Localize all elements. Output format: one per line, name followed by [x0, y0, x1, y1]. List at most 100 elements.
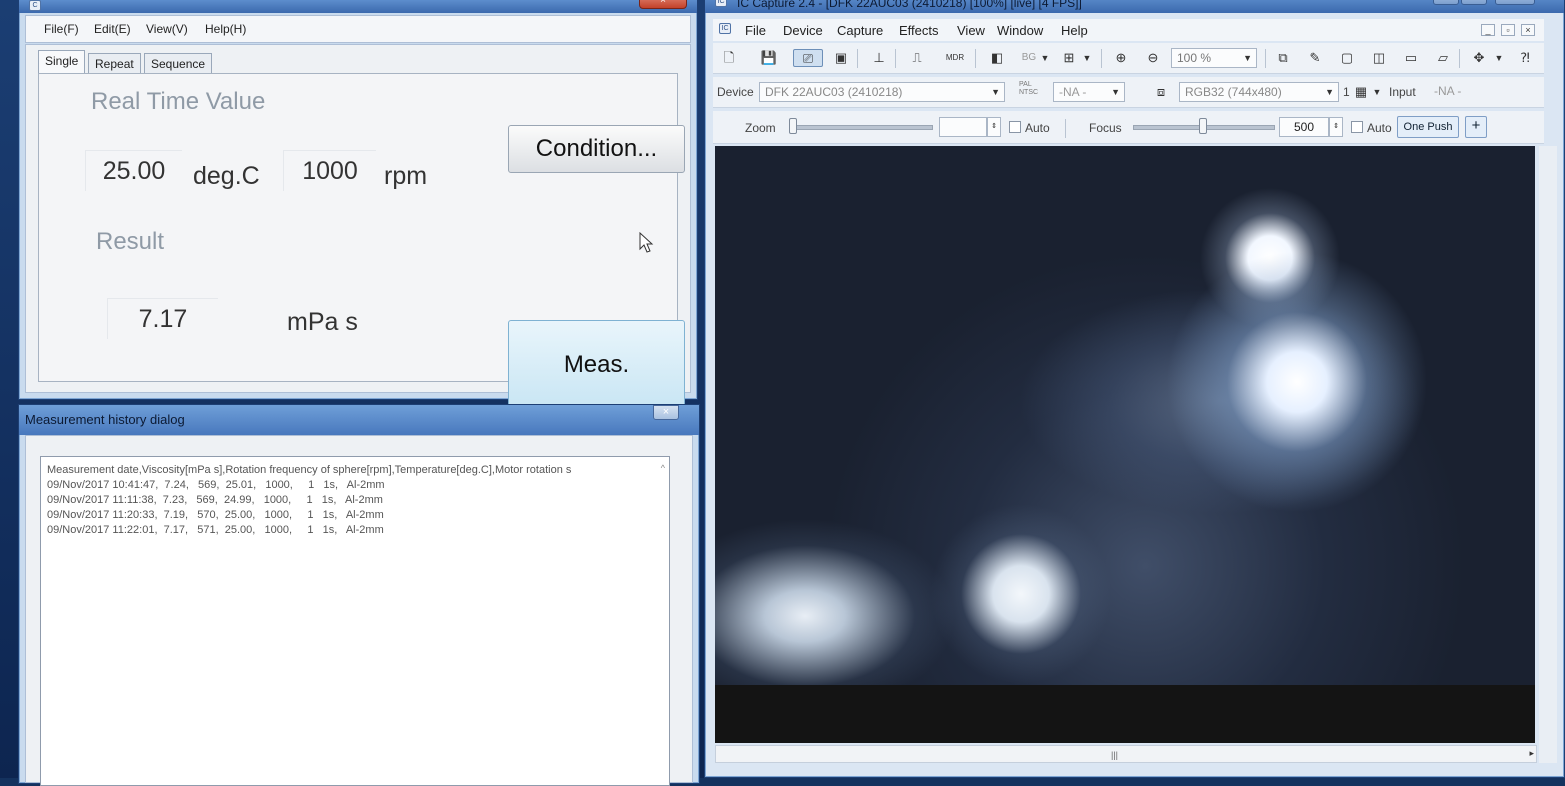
history-listbox[interactable]: Measurement date,Viscosity[mPa s],Rotati… [40, 456, 670, 786]
tab-sequence[interactable]: Sequence [144, 53, 213, 73]
tab-repeat[interactable]: Repeat [88, 53, 141, 73]
maximize-icon[interactable]: □ [1461, 0, 1487, 5]
close-icon[interactable]: × [653, 405, 679, 420]
history-title: Measurement history dialog [25, 412, 185, 427]
input-label: Input [1389, 85, 1416, 99]
trigger-icon[interactable]: ⎍ [907, 49, 927, 67]
menu-help[interactable]: Help(H) [205, 22, 246, 36]
history-row[interactable]: 09/Nov/2017 11:11:38, 7.23, 569, 24.99, … [47, 493, 669, 508]
ic-menu-help[interactable]: Help [1061, 23, 1088, 38]
device-combo[interactable]: DFK 22AUC03 (2410218) ▼ [759, 82, 1005, 102]
live-camera-icon[interactable]: ⎚ [793, 49, 823, 67]
menu-file[interactable]: File(F) [44, 22, 79, 36]
close-icon[interactable]: × [639, 0, 687, 9]
scroll-up-icon[interactable]: ^ [661, 463, 665, 473]
horizontal-scrollbar[interactable]: ||| ▸ [715, 745, 1537, 763]
navigate-icon[interactable]: ✥ [1469, 49, 1489, 67]
live-video-view[interactable] [715, 146, 1535, 686]
zoom-combo[interactable]: 100 % ▼ [1171, 48, 1257, 68]
tab-single[interactable]: Single [38, 50, 86, 74]
ic-capture-window: IC IC Capture 2.4 - [DFK 22AUC03 (241021… [704, 0, 1565, 778]
history-row[interactable]: 09/Nov/2017 11:20:33, 7.19, 570, 25.00, … [47, 508, 669, 523]
one-push-button[interactable]: One Push [1397, 116, 1459, 138]
export-icon[interactable]: ▱ [1433, 49, 1453, 67]
mdi-restore-icon[interactable]: ▫ [1501, 24, 1515, 36]
properties-icon[interactable]: ⧉ [1273, 49, 1293, 67]
zoom-spin-arrows-icon[interactable]: ⇕ [987, 117, 1001, 137]
focus-auto-label: Auto [1367, 121, 1392, 135]
close-icon[interactable]: × [1495, 0, 1535, 5]
format-settings-icon[interactable]: ⧈ [1151, 83, 1171, 101]
history-client-area: Measurement date,Viscosity[mPa s],Rotati… [25, 435, 693, 786]
single-tab-panel: Real Time Value 25.00 deg.C 1000 rpm Res… [38, 73, 685, 408]
scroll-grip-icon[interactable]: ||| [1111, 750, 1118, 760]
dropdown-arrow-icon[interactable]: ▼ [1077, 49, 1097, 67]
ic-menu-device[interactable]: Device [783, 23, 823, 38]
crop-icon[interactable]: ◫ [1369, 49, 1389, 67]
chevron-down-icon: ▼ [1325, 87, 1334, 97]
ic-doc-icon: IC [719, 23, 731, 34]
scroll-right-icon[interactable]: ▸ [1529, 748, 1534, 759]
video-norm-combo[interactable]: -NA - ▼ [1053, 82, 1125, 102]
viscometer-titlebar[interactable]: C × [19, 0, 697, 13]
zoom-in-icon[interactable]: ⊕ [1111, 49, 1131, 67]
vertical-scrollbar[interactable] [1539, 146, 1557, 763]
dropdown-arrow-icon[interactable]: ▼ [1489, 49, 1509, 67]
ic-main-toolbar: 🗋 💾 ⎚ ▣ ⊥ ⎍ MDR ◧ BG ▼ ⊞ ▼ ⊕ ⊖ 100 % ▼ ⧉ … [713, 43, 1544, 74]
focus-spinbox[interactable]: 500 [1279, 117, 1329, 137]
ic-menu-view[interactable]: View [957, 23, 985, 38]
ic-menu-file[interactable]: File [745, 23, 766, 38]
mdi-minimize-icon[interactable]: _ [1481, 24, 1495, 36]
ic-menu-effects[interactable]: Effects [899, 23, 939, 38]
focus-auto-checkbox[interactable] [1351, 121, 1363, 133]
ic-titlebar[interactable]: IC IC Capture 2.4 - [DFK 22AUC03 (241021… [705, 0, 1564, 13]
frame-icon[interactable]: ▭ [1401, 49, 1421, 67]
dropdown-arrow-icon[interactable]: ▼ [1035, 49, 1055, 67]
roi-icon[interactable]: ▢ [1337, 49, 1357, 67]
histogram-icon[interactable]: ⊥ [869, 49, 889, 67]
edit-icon[interactable]: ✎ [1305, 49, 1325, 67]
save-icon[interactable]: 💾 [759, 49, 779, 67]
zoom-spinbox[interactable] [939, 117, 987, 137]
ic-device-toolbar: Device DFK 22AUC03 (2410218) ▼ PAL NTSC -… [713, 77, 1544, 108]
input-combo-value: -NA - [1434, 84, 1462, 98]
speed-unit: rpm [384, 162, 428, 190]
focus-slider-thumb[interactable] [1199, 118, 1207, 134]
overlay-icon[interactable]: ◧ [987, 49, 1007, 67]
grid-icon[interactable]: ⊞ [1059, 49, 1079, 67]
snapshot-icon[interactable]: ▣ [831, 49, 851, 67]
minimize-icon[interactable]: – [1433, 0, 1459, 5]
toolbar-separator [1065, 119, 1066, 138]
zoom-out-icon[interactable]: ⊖ [1143, 49, 1163, 67]
ic-menu-capture[interactable]: Capture [837, 23, 883, 38]
zoom-slider-thumb[interactable] [789, 118, 797, 134]
mdi-close-icon[interactable]: × [1521, 24, 1535, 36]
device-label: Device [717, 85, 754, 99]
menu-view[interactable]: View(V) [146, 22, 188, 36]
mdr-icon[interactable]: MDR [945, 49, 965, 67]
zoom-auto-checkbox[interactable] [1009, 121, 1021, 133]
expand-plus-icon[interactable]: + [1465, 116, 1487, 138]
real-time-label: Real Time Value [91, 88, 266, 115]
result-label: Result [96, 228, 165, 255]
context-help-icon[interactable]: ⁈ [1515, 49, 1535, 67]
history-row[interactable]: 09/Nov/2017 11:22:01, 7.17, 571, 25.00, … [47, 523, 669, 538]
pal-ntsc-label: PAL NTSC [1019, 81, 1039, 96]
meas-button[interactable]: Meas. [508, 320, 685, 408]
viscometer-window: C × File(F) Edit(E) View(V) Help(H) Sing… [18, 0, 698, 408]
condition-button[interactable]: Condition... [508, 125, 685, 173]
dropdown-arrow-icon[interactable]: ▼ [1367, 83, 1387, 101]
history-row[interactable]: 09/Nov/2017 10:41:47, 7.24, 569, 25.01, … [47, 478, 669, 493]
menu-edit[interactable]: Edit(E) [94, 22, 131, 36]
history-titlebar[interactable]: Measurement history dialog × [19, 405, 699, 435]
focus-spin-arrows-icon[interactable]: ⇕ [1329, 117, 1343, 137]
temperature-unit: deg.C [193, 162, 260, 190]
zoom-slider-track[interactable] [791, 125, 933, 130]
chevron-down-icon: ▼ [1111, 87, 1120, 97]
video-format-combo[interactable]: RGB32 (744x480) ▼ [1179, 82, 1339, 102]
new-file-icon[interactable]: 🗋 [719, 49, 739, 67]
ic-app-icon: IC [715, 0, 727, 7]
ic-menu-window[interactable]: Window [997, 23, 1043, 38]
input-combo[interactable]: -NA - [1429, 82, 1535, 102]
app-icon: C [29, 0, 41, 11]
